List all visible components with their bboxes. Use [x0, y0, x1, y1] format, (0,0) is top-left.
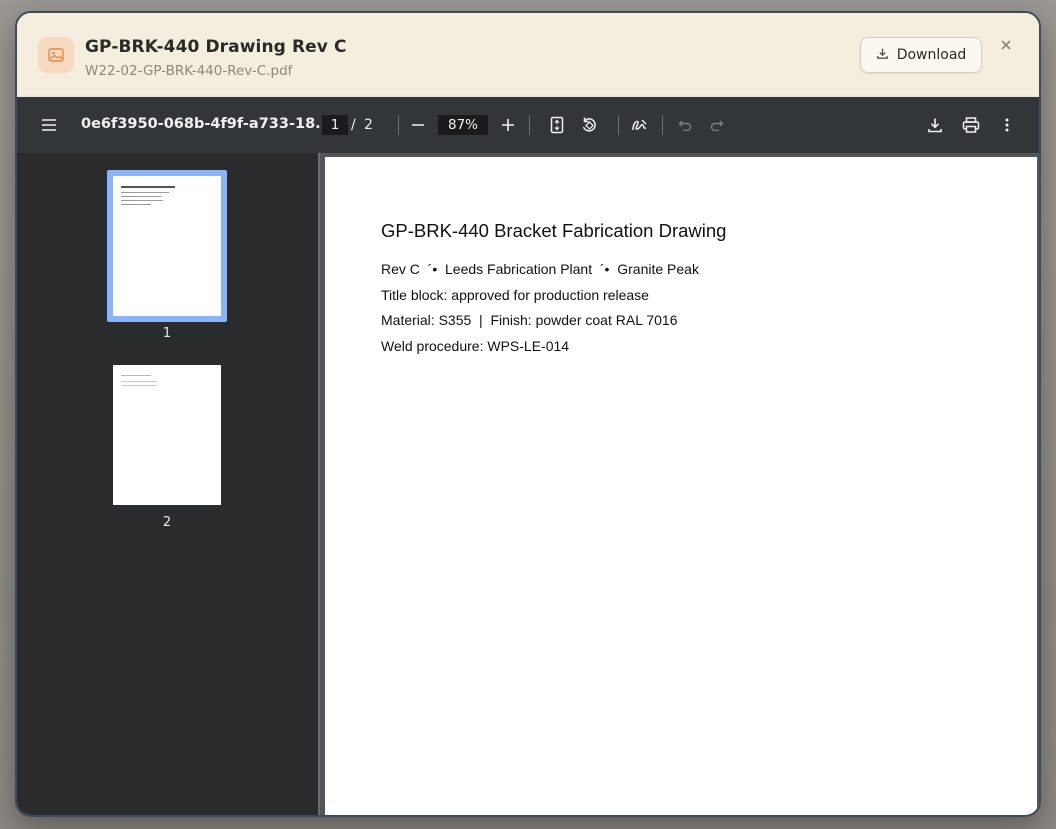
document-line: Title block: approved for production rel… — [381, 287, 649, 303]
modal-header: GP-BRK-440 Drawing Rev C W22-02-GP-BRK-4… — [17, 13, 1039, 98]
fit-page-icon[interactable] — [543, 111, 571, 139]
redo-icon[interactable] — [703, 111, 731, 139]
zoom-in-icon[interactable] — [494, 111, 522, 139]
pdf-toolbar: 0e6f3950-068b-4f9f-a733-18... 1 / 2 87% — [17, 97, 1039, 153]
thumbnail-text-line — [121, 186, 175, 188]
pdf-preview-modal: GP-BRK-440 Drawing Rev C W22-02-GP-BRK-4… — [15, 11, 1041, 817]
toolbar-divider — [398, 115, 399, 135]
thumbnail-text-line — [121, 200, 163, 201]
thumbnail-label: 2 — [162, 515, 172, 530]
thumbnail-label: 1 — [162, 326, 172, 341]
thumbnail-preview — [113, 365, 221, 505]
document-view[interactable]: GP-BRK-440 Bracket Fabrication Drawing R… — [318, 153, 1039, 815]
page-separator: / — [351, 117, 356, 133]
modal-title: GP-BRK-440 Drawing Rev C — [85, 37, 347, 57]
thumbnail-text-line — [121, 192, 169, 193]
thumbnail-preview — [113, 176, 221, 316]
thumbnail-page-2[interactable] — [113, 365, 221, 505]
thumbnail-sidebar: 1 2 — [17, 153, 318, 815]
download-icon[interactable] — [921, 111, 949, 139]
thumbnail-text-line — [121, 385, 157, 386]
download-icon — [876, 47, 889, 64]
document-line: Rev C ´• Leeds Fabrication Plant ´• Gran… — [381, 261, 699, 277]
menu-icon[interactable] — [35, 111, 63, 139]
zoom-input[interactable]: 87% — [438, 115, 488, 135]
download-label: Download — [896, 47, 967, 63]
toolbar-divider — [618, 115, 619, 135]
more-icon[interactable] — [993, 111, 1021, 139]
undo-icon[interactable] — [671, 111, 699, 139]
thumbnail-page-1[interactable] — [113, 176, 221, 316]
print-icon[interactable] — [957, 111, 985, 139]
file-name: W22-02-GP-BRK-440-Rev-C.pdf — [85, 63, 293, 79]
close-icon[interactable] — [996, 35, 1016, 55]
thumbnail-text-line — [121, 375, 151, 376]
document-line: Weld procedure: WPS-LE-014 — [381, 338, 570, 354]
thumbnail-text-line — [121, 204, 151, 205]
page-number-input[interactable]: 1 — [322, 115, 348, 135]
toolbar-divider — [529, 115, 530, 135]
thumbnail-text-line — [121, 196, 161, 197]
document-line: Material: S355 | Finish: powder coat RAL… — [381, 312, 678, 328]
pdf-page: GP-BRK-440 Bracket Fabrication Drawing R… — [325, 157, 1037, 815]
page-total: 2 — [364, 117, 373, 133]
pdf-viewer: 0e6f3950-068b-4f9f-a733-18... 1 / 2 87% — [17, 97, 1039, 815]
rotate-icon[interactable] — [575, 111, 603, 139]
toolbar-divider — [662, 115, 663, 135]
zoom-out-icon[interactable] — [404, 111, 432, 139]
thumbnail-text-line — [121, 381, 157, 382]
download-button[interactable]: Download — [860, 37, 982, 73]
document-heading: GP-BRK-440 Bracket Fabrication Drawing — [381, 220, 727, 241]
annotate-icon[interactable] — [626, 111, 654, 139]
image-file-icon — [38, 37, 74, 73]
document-name: 0e6f3950-068b-4f9f-a733-18... — [81, 116, 332, 132]
